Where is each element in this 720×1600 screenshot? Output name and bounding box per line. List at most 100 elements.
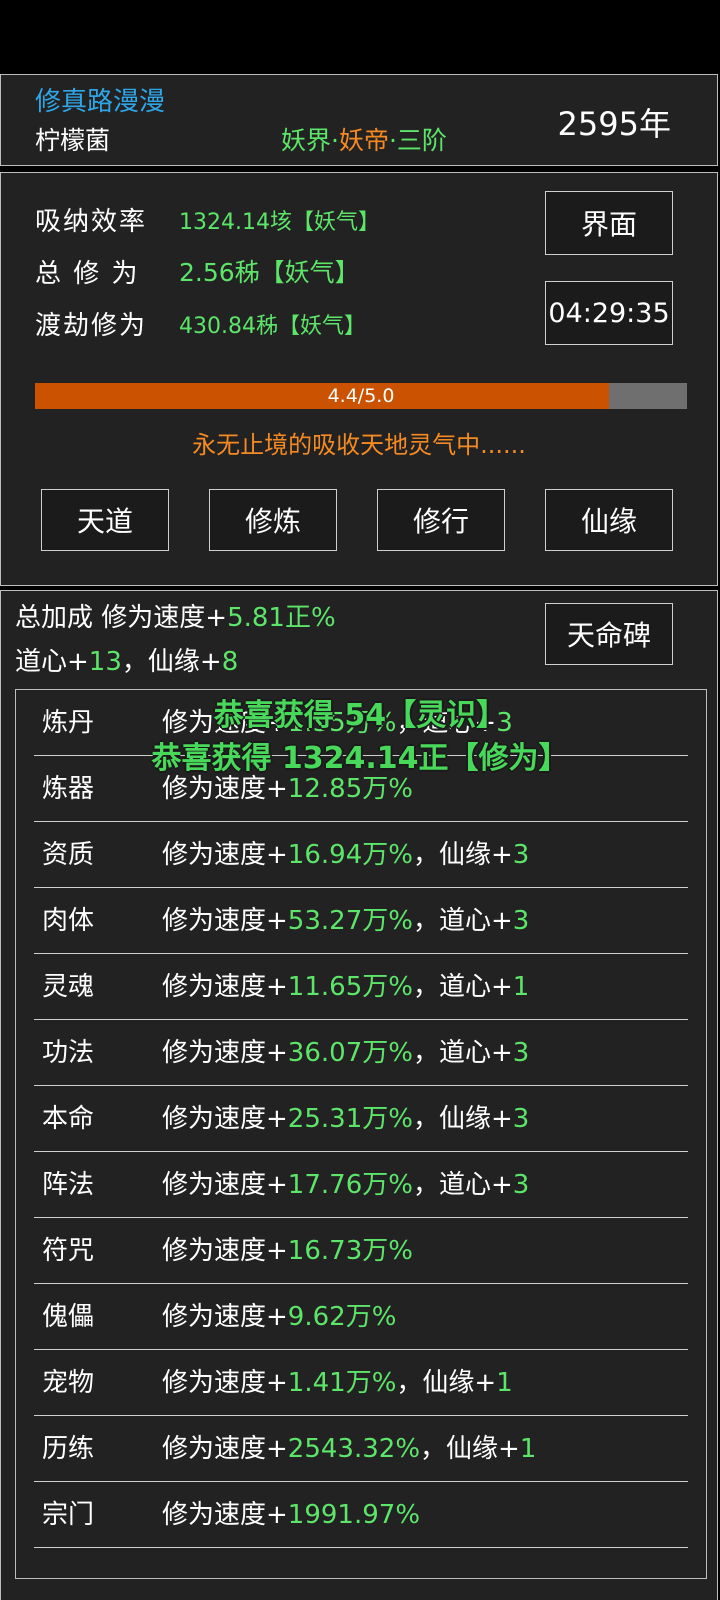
list-item-name: 宗门 [42, 1500, 95, 1530]
bonus-value: 2543.32% [287, 1434, 421, 1464]
bonus-value: 1.41万% [287, 1368, 397, 1398]
bonus-value: 25.31万% [287, 1104, 413, 1134]
absorb-value: 1324.14垓【妖气】 [179, 210, 380, 235]
extra-value: 3 [512, 906, 530, 936]
stats-panel: 吸纳效率 1324.14垓【妖气】 总 修 为 2.56秭【妖气】 渡劫修为 4… [0, 172, 718, 586]
list-item[interactable]: 功法 修为速度+36.07万%，道心+3 [34, 1020, 688, 1086]
bonus-value: 12.85万% [287, 774, 413, 804]
list-item-bonus: 修为速度+53.27万%，道心+3 [162, 900, 529, 937]
total-bonus-prefix: 总加成 修为速度+ [15, 603, 228, 633]
list-item[interactable]: 宠物 修为速度+1.41万%，仙缘+1 [34, 1350, 688, 1416]
bonus-prefix: 修为速度+ [162, 1500, 288, 1530]
bonus-prefix: 修为速度+ [162, 1170, 288, 1200]
bonus-prefix: 修为速度+ [162, 906, 288, 936]
realm-label: 妖界·妖帝·三阶 [281, 121, 447, 157]
extra-label: ，道心+ [412, 1170, 513, 1200]
bonus-value: 1991.97% [287, 1500, 421, 1530]
list-item-bonus: 修为速度+1991.97% [162, 1494, 420, 1531]
action-button-tiandao[interactable]: 天道 [41, 489, 169, 551]
extra-value: 1 [496, 1368, 513, 1398]
list-item[interactable]: 历练 修为速度+2543.32%，仙缘+1 [34, 1416, 688, 1482]
bonus-value: 36.07万% [287, 1038, 413, 1068]
daoxin-value: 13 [88, 647, 122, 677]
action-button-xiuxing[interactable]: 修行 [377, 489, 505, 551]
extra-value: 1 [519, 1434, 537, 1464]
list-item[interactable]: 阵法 修为速度+17.76万%，道心+3 [34, 1152, 688, 1218]
bonus-prefix: 修为速度+ [162, 972, 288, 1002]
list-item-bonus: 修为速度+36.07万%，道心+3 [162, 1032, 529, 1069]
list-item-bonus: 修为速度+9.62万% [162, 1296, 396, 1333]
bonus-prefix: 修为速度+ [162, 1302, 288, 1332]
list-item[interactable]: 肉体 修为速度+53.27万%，道心+3 [34, 888, 688, 954]
extra-label: ，仙缘+ [396, 1368, 497, 1398]
bonus-value: 11.65万% [287, 972, 413, 1002]
list-item-name: 灵魂 [42, 972, 95, 1002]
list-item-bonus: 修为速度+11.65万%，道心+1 [162, 966, 529, 1003]
action-button-xianyuan[interactable]: 仙缘 [545, 489, 673, 551]
list-item-name: 本命 [42, 1104, 95, 1134]
total-bonus-line: 总加成 修为速度+5.81正% [15, 597, 336, 634]
list-item[interactable]: 傀儡 修为速度+9.62万% [34, 1284, 688, 1350]
bonus-value: 16.73万% [287, 1236, 413, 1266]
bonus-prefix: 修为速度+ [162, 1368, 288, 1398]
header-panel: 修真路漫漫 柠檬菌 妖界·妖帝·三阶 2595年 [0, 74, 718, 166]
bonus-prefix: 修为速度+ [162, 1434, 288, 1464]
tribulation-value: 430.84秭【妖气】 [179, 314, 366, 339]
bonus-prefix: 修为速度+ [162, 1236, 288, 1266]
xianyuan-value: 8 [221, 647, 239, 677]
extra-value: 3 [512, 1170, 530, 1200]
daoxin-xianyuan-line: 道心+13，仙缘+8 [15, 641, 238, 678]
list-item-name: 资质 [42, 840, 95, 870]
list-item[interactable]: 灵魂 修为速度+11.65万%，道心+1 [34, 954, 688, 1020]
extra-label: ，仙缘+ [420, 1434, 520, 1464]
extra-value: 3 [512, 1038, 530, 1068]
extra-label: ，道心+ [412, 972, 513, 1002]
list-item-bonus: 修为速度+2543.32%，仙缘+1 [162, 1428, 536, 1465]
list-item[interactable]: 资质 修为速度+16.94万%，仙缘+3 [34, 822, 688, 888]
interface-button[interactable]: 界面 [545, 191, 673, 255]
player-name: 柠檬菌 [35, 126, 111, 155]
extra-label: ，道心+ [412, 1038, 513, 1068]
extra-value: 3 [512, 1104, 530, 1134]
list-item-name: 阵法 [42, 1170, 95, 1200]
list-item-bonus: 修为速度+25.31万%，仙缘+3 [162, 1098, 529, 1135]
list-item-bonus: 修为速度+16.94万%，仙缘+3 [162, 834, 529, 871]
bonus-prefix: 修为速度+ [162, 1104, 288, 1134]
realm-prefix: 妖界· [281, 126, 339, 155]
tribulation-label: 渡劫修为 [35, 311, 148, 341]
list-item[interactable]: 符咒 修为速度+16.73万% [34, 1218, 688, 1284]
list-item-name: 功法 [42, 1038, 95, 1068]
list-item-name: 宠物 [42, 1368, 95, 1398]
bonus-prefix: 修为速度+ [162, 1038, 288, 1068]
bonus-prefix: 修为速度+ [162, 774, 288, 804]
list-item-bonus: 修为速度+17.76万%，道心+3 [162, 1164, 529, 1201]
list-item-bonus: 修为速度+1.41万%，仙缘+1 [162, 1362, 513, 1399]
year-display: 2595年 [557, 105, 671, 143]
realm-title: 妖帝 [338, 126, 389, 155]
extra-label: ，仙缘+ [412, 1104, 513, 1134]
absorb-label: 吸纳效率 [35, 207, 148, 237]
xianyuan-label: ，仙缘+ [121, 647, 222, 677]
daoxin-label: 道心+ [15, 647, 89, 677]
bonus-prefix: 修为速度+ [162, 840, 288, 870]
list-item-name: 历练 [42, 1434, 95, 1464]
extra-label: ，仙缘+ [412, 840, 513, 870]
fate-stele-button[interactable]: 天命碑 [545, 603, 673, 665]
list-item-name: 符咒 [42, 1236, 95, 1266]
bonus-list[interactable]: 炼丹 修为速度+1.35万%，道心+3 炼器 修为速度+12.85万% 资质 修为速度+1… [15, 689, 707, 1579]
list-item[interactable]: 宗门 修为速度+1991.97% [34, 1482, 688, 1548]
extra-value: 1 [512, 972, 530, 1002]
extra-value: 3 [512, 840, 530, 870]
total-bonus-value: 5.81正% [227, 603, 336, 633]
extra-label: ，道心+ [412, 906, 513, 936]
total-label: 总 修 为 [35, 259, 140, 289]
status-message: 永无止境的吸收天地灵气中...... [192, 431, 526, 459]
bonus-value: 53.27万% [287, 906, 413, 936]
game-title: 修真路漫漫 [35, 87, 166, 117]
action-button-xiulian[interactable]: 修炼 [209, 489, 337, 551]
list-item-name: 傀儡 [42, 1302, 95, 1332]
list-item-name: 肉体 [42, 906, 95, 936]
bonus-value: 9.62万% [287, 1302, 397, 1332]
toast-message: 恭喜获得 1324.14正【修为】 [151, 741, 569, 776]
list-item[interactable]: 本命 修为速度+25.31万%，仙缘+3 [34, 1086, 688, 1152]
